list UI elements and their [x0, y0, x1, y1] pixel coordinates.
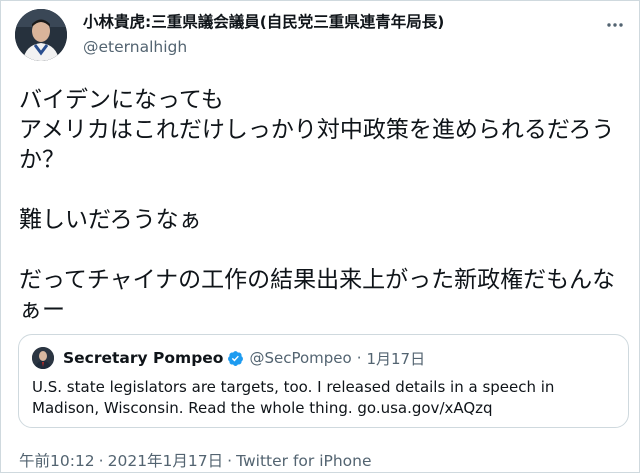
tweet-date[interactable]: 2021年1月17日: [108, 452, 224, 470]
quoted-author-avatar: [32, 347, 54, 369]
meta-separator-2: ·: [227, 452, 233, 470]
quoted-tweet-text: U.S. state legislators are targets, too.…: [32, 378, 555, 417]
quoted-date[interactable]: 1月17日: [366, 348, 425, 369]
quoted-separator: ·: [356, 349, 362, 367]
tweet-meta: 午前10:12 · 2021年1月17日 · Twitter for iPhone: [19, 449, 372, 471]
quoted-tweet[interactable]: Secretary Pompeo @SecPompeo · 1月17日 U.S.…: [18, 334, 629, 428]
tweet-card: 小林貴虎:三重県議会議員(自民党三重県連青年局長) @eternalhigh バ…: [0, 0, 640, 473]
quoted-author-name: Secretary Pompeo: [63, 349, 224, 367]
meta-separator: ·: [98, 452, 104, 470]
verified-badge-icon: [228, 350, 244, 366]
more-dots-icon[interactable]: [605, 15, 625, 35]
author-display-name[interactable]: 小林貴虎:三重県議会議員(自民党三重県連青年局長): [83, 12, 444, 32]
author-avatar[interactable]: [15, 9, 67, 61]
tweet-text: バイデンになっても アメリカはこれだけしっかり対中政策を進められるだろうか？ 難…: [19, 87, 616, 323]
quoted-author-handle: @SecPompeo: [249, 349, 352, 367]
author-info: 小林貴虎:三重県議会議員(自民党三重県連青年局長) @eternalhigh: [83, 12, 444, 57]
tweet-time[interactable]: 午前10:12: [19, 452, 95, 470]
author-handle[interactable]: @eternalhigh: [83, 37, 444, 57]
tweet-client[interactable]: Twitter for iPhone: [236, 452, 371, 470]
quoted-tweet-header: Secretary Pompeo @SecPompeo · 1月17日: [32, 347, 425, 369]
